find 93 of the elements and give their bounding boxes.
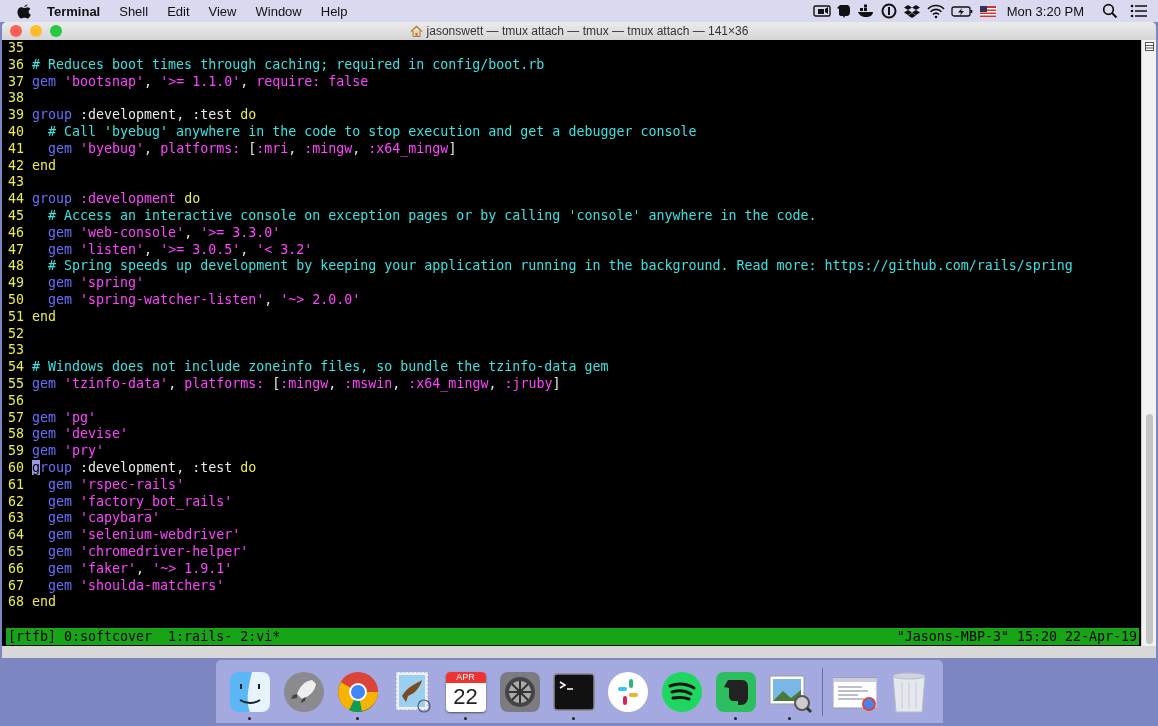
scroll-thumb[interactable] (1145, 414, 1153, 644)
line-number: 39 (8, 107, 24, 124)
calendar-day: 22 (453, 682, 478, 710)
code-line: gem 'pry' (32, 443, 105, 460)
line-number: 50 (8, 291, 24, 309)
line-number: 51 (8, 308, 24, 326)
code-line: # Windows does not include zoneinfo files, so bundle the tzinfo-data gem (32, 359, 609, 376)
code-line: gem 'factory_bot_rails' (47, 493, 233, 511)
app-menu[interactable]: Terminal (47, 3, 101, 19)
flag-icon[interactable] (978, 3, 997, 19)
line-number: 57 (8, 409, 24, 427)
calendar-icon[interactable]: APR 22 (445, 671, 486, 712)
code-line: end (32, 157, 57, 175)
line-number: 43 (8, 174, 24, 192)
menu-item[interactable]: Window (255, 3, 302, 19)
search-icon[interactable] (1102, 3, 1118, 19)
line-number: 54 (8, 359, 24, 376)
smiling-face-icon[interactable] (227, 669, 272, 714)
wifi-icon[interactable] (926, 3, 945, 19)
line-number: 61 (8, 476, 24, 494)
tmux-host-clock: "Jasons-MBP-3" 15:20 22-Apr-19 (896, 629, 1137, 644)
split-pane-icon[interactable] (1144, 42, 1154, 51)
code-line: gem 'shoulda-matchers' (47, 577, 225, 595)
line-number: 42 (8, 157, 24, 175)
code-line: gem 'rspec-rails' (47, 476, 185, 494)
battery-icon[interactable] (950, 3, 973, 19)
code-line: # Spring speeds up development by keeping your application running in the background. Read more: https://github.com/rails/spring (47, 258, 1073, 276)
line-number: 35 (8, 40, 24, 57)
line-number: 41 (8, 140, 24, 158)
gear-icon[interactable] (497, 669, 542, 714)
line-number: 53 (8, 342, 24, 360)
line-number: 45 (8, 207, 24, 225)
code-line: gem 'listen', '>= 3.0.5', '< 3.2' (47, 241, 313, 259)
line-number: 47 (8, 241, 24, 259)
line-number: 59 (8, 443, 24, 460)
menu-item[interactable]: Shell (119, 3, 149, 19)
code-line: gem 'spring-watcher-listen', '~> 2.0.0' (47, 291, 361, 309)
code-line: gem 'pg' (32, 409, 97, 427)
line-number: 67 (8, 577, 24, 595)
line-number: 36 (8, 56, 24, 74)
code-line: # Reduces boot times through caching; required in config/boot.rb (32, 56, 545, 74)
code-line: gem 'selenium-webdriver' (47, 527, 241, 544)
code-line: group :development, :test do (32, 107, 257, 124)
menu-item[interactable]: Edit (167, 3, 190, 19)
code-line: gem 'bootsnap', '>= 1.1.0', require: false (32, 73, 369, 91)
scrollbar[interactable] (1141, 40, 1156, 646)
line-number: 56 (8, 392, 24, 410)
whale-icon[interactable] (856, 3, 875, 19)
line-number: 38 (8, 90, 24, 108)
line-number: 48 (8, 258, 24, 276)
line-number: 63 (8, 510, 24, 528)
line-number: 66 (8, 560, 24, 578)
house-icon (409, 25, 423, 37)
code-line: # Access an interactive console on exception pages or by calling 'console' anywhere in the code. (47, 207, 817, 225)
line-number: 52 (8, 325, 24, 343)
line-number: 46 (8, 224, 24, 242)
line-number: 55 (8, 375, 24, 393)
code-line: gem 'web-console', '>= 3.3.0' (47, 224, 281, 242)
code-line: g roup :development, :test do (32, 459, 257, 477)
code-line: gem 'capybara' (47, 510, 161, 528)
menu-item[interactable]: Help (320, 3, 348, 19)
apple-logo-icon[interactable] (17, 3, 31, 19)
code-line: gem 'spring' (47, 275, 145, 292)
video-camera-icon[interactable] (812, 3, 831, 19)
code-line: end (32, 308, 57, 326)
line-number: 62 (8, 493, 24, 511)
line-number: 44 (8, 191, 24, 208)
pinwheel-icon[interactable] (605, 669, 650, 714)
code-line: end (32, 594, 57, 612)
line-number: 49 (8, 275, 24, 292)
rocket-icon[interactable] (281, 669, 326, 714)
line-number: 60 (8, 459, 24, 477)
code-line: group :development do (32, 191, 201, 208)
code-line: gem 'tzinfo-data', platforms: [:mingw, :mswin, :x64_mingw, :jruby] (32, 375, 561, 393)
code-line: gem 'byebug', platforms: [:mri, :mingw, :x64_mingw] (47, 140, 457, 158)
window-title: jasonswett — tmux attach — tmux — tmux attach — 141×36 (426, 24, 749, 38)
line-number: 37 (8, 73, 24, 91)
code-line: # Call 'byebug' anywhere in the code to stop execution and get a debugger console (47, 124, 697, 141)
menu-item[interactable]: View (208, 3, 237, 19)
line-number: 58 (8, 426, 24, 444)
sound-waves-icon[interactable] (659, 669, 704, 714)
list-icon[interactable] (1130, 3, 1148, 19)
code-line: gem 'chromedriver-helper' (47, 543, 249, 561)
line-number: 68 (8, 594, 24, 612)
browser-icon[interactable] (335, 669, 380, 714)
menu-clock[interactable]: Mon 3:20 PM (1006, 3, 1084, 19)
line-number: 40 (8, 124, 24, 141)
line-number: 64 (8, 527, 24, 544)
code-line: gem 'devise' (32, 426, 129, 444)
tmux-window-list: [rtfb] 0:softcover 1:rails- 2:vi* (8, 629, 281, 644)
line-number: 65 (8, 543, 24, 561)
code-line: gem 'faker', '~> 1.9.1' (47, 560, 233, 578)
calendar-month: APR (445, 671, 486, 683)
